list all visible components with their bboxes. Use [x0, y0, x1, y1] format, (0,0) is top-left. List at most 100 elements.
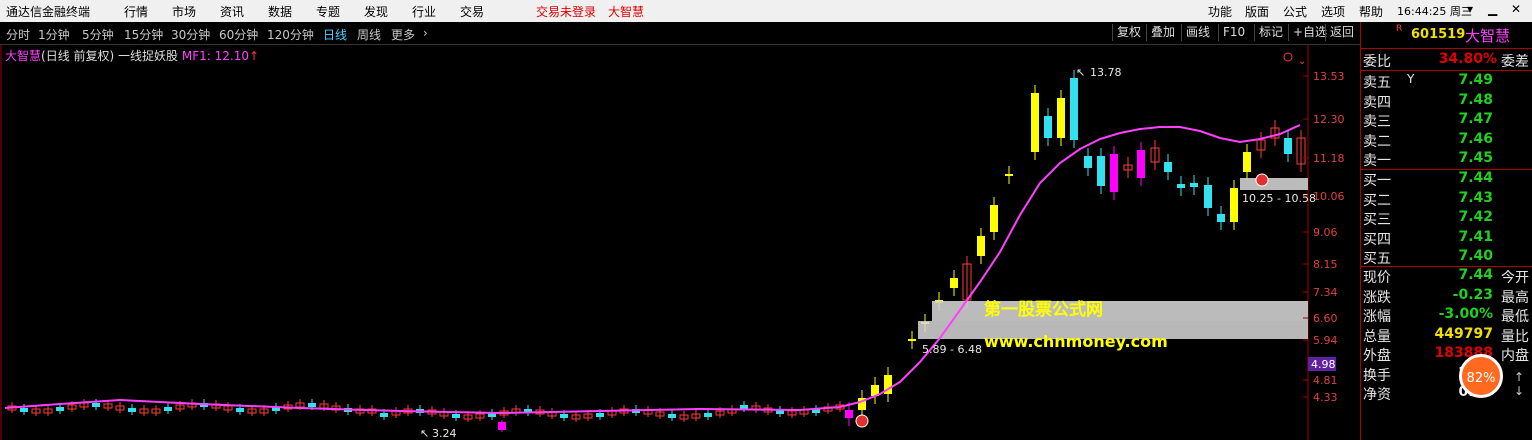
candle-body: [1230, 188, 1238, 222]
candle-body: [1110, 154, 1118, 192]
candle-body: [1084, 156, 1092, 168]
back-button[interactable]: 返回: [1325, 24, 1358, 41]
ask-row-value: 7.49: [1458, 72, 1493, 88]
current-price-text: 4.98: [1311, 358, 1336, 371]
period-15min[interactable]: 15分钟: [124, 26, 163, 43]
menu-item-discover[interactable]: 发现: [364, 3, 388, 20]
candle-body: [560, 414, 568, 418]
minimize-icon[interactable]: ▁: [1488, 2, 1497, 16]
stat-row-label: 换手: [1363, 367, 1391, 384]
menu-item-help[interactable]: 帮助: [1359, 3, 1383, 20]
candle-body: [498, 422, 506, 430]
candle-body: [1070, 78, 1078, 140]
stat-row-value: -0.23: [1452, 286, 1493, 303]
period-daily[interactable]: 日线: [323, 26, 347, 43]
candle-body: [908, 339, 916, 341]
menu-item-topics[interactable]: 专题: [316, 3, 340, 20]
menu-item-industry[interactable]: 行业: [412, 3, 436, 20]
stat-row-label: 涨跌: [1363, 289, 1391, 306]
candle-body: [1243, 152, 1251, 172]
wei-cha-label: 委差: [1501, 54, 1529, 70]
ask-row-value: 7.48: [1458, 91, 1493, 108]
candlestick-chart[interactable]: ⌄ ↖ 13.78 ↖ 3.24 5.89 - 6.48 10.25 - 10.…: [0, 45, 1360, 440]
period-more[interactable]: 更多: [391, 26, 415, 43]
bid-row: 买一 7.44: [1363, 170, 1531, 189]
period-120min[interactable]: 120分钟: [267, 26, 314, 43]
candle-body: [845, 410, 853, 418]
adjust-button[interactable]: 复权: [1112, 24, 1145, 41]
mark-button[interactable]: 标记: [1254, 24, 1287, 41]
menu-item-layout[interactable]: 版面: [1245, 3, 1269, 20]
wei-bi-row: 委比 34.80% 委差: [1363, 51, 1531, 70]
bid-row-value: 7.40: [1458, 248, 1493, 264]
bid-row: 买四 7.41: [1363, 229, 1531, 248]
menu-bar: 通达信金融终端 行情 市场 资讯 数据 专题 发现 行业 交易 交易未登录 大智…: [0, 0, 1532, 22]
period-intraday[interactable]: 分时: [6, 26, 30, 43]
candle-body: [1284, 138, 1292, 154]
stat-row: 外盘 183888 内盘: [1363, 345, 1531, 364]
login-status[interactable]: 交易未登录: [536, 3, 596, 20]
menu-item-formula[interactable]: 公式: [1283, 3, 1307, 20]
ask-row: 卖五 Y 7.49: [1363, 72, 1531, 91]
period-5min[interactable]: 5分钟: [82, 26, 114, 43]
speed-badge[interactable]: 82%: [1459, 354, 1503, 398]
product-name[interactable]: 大智慧: [608, 3, 644, 20]
period-30min[interactable]: 30分钟: [171, 26, 210, 43]
menu-item-options[interactable]: 选项: [1321, 3, 1345, 20]
overlay-button[interactable]: 叠加: [1146, 24, 1179, 41]
y-tick-label: 7.34: [1313, 286, 1338, 299]
candle-body: [1031, 93, 1039, 152]
alert-icon: [1283, 52, 1293, 62]
ask-row-label: 卖一: [1363, 153, 1391, 169]
menu-item-market[interactable]: 行情: [124, 3, 148, 20]
period-1min[interactable]: 1分钟: [38, 26, 70, 43]
y-tick-label: 12.30: [1313, 113, 1345, 126]
period-60min[interactable]: 60分钟: [219, 26, 258, 43]
watermark-cn: 第一股票公式网: [984, 299, 1103, 320]
clock: 16:44:25 周三: [1397, 3, 1472, 19]
y-tick-label: 13.53: [1313, 70, 1345, 83]
draw-line-button[interactable]: 画线: [1181, 24, 1214, 41]
period-bar: 分时 1分钟 5分钟 15分钟 30分钟 60分钟 120分钟 日线 周线 更多…: [0, 22, 1360, 45]
stat-row-value: 7.44: [1458, 267, 1493, 283]
chevron-right-icon[interactable]: ›: [423, 26, 428, 40]
menu-item-function[interactable]: 功能: [1208, 3, 1232, 20]
period-weekly[interactable]: 周线: [357, 26, 381, 43]
y-axis-ticks: 13.53 12.30 11.18 10.06 9.06 8.15 7.34 6.60 5.94…: [1303, 70, 1345, 404]
ask-row-value: 7.47: [1458, 111, 1493, 127]
bid-row-label: 买二: [1363, 192, 1391, 209]
ask-row: 卖一 7.45: [1363, 150, 1531, 169]
stat-row: 换手2.26: [1363, 365, 1531, 384]
candle-body: [668, 414, 676, 418]
quote-header: R 601519 大智慧: [1361, 22, 1532, 48]
stat-row-label: 现价: [1363, 270, 1391, 286]
menu-item-trade[interactable]: 交易: [460, 3, 484, 20]
candle-body: [380, 413, 388, 417]
wei-bi-value: 34.80%: [1438, 51, 1497, 67]
ask-row: 卖四 7.48: [1363, 92, 1531, 111]
candle-body: [1057, 98, 1065, 138]
stat-row-sub: 内盘: [1501, 348, 1529, 364]
menu-item-news[interactable]: 资讯: [220, 3, 244, 20]
low-label-arrow: ↖: [420, 427, 429, 440]
stat-row-sub: 今开: [1501, 270, 1529, 286]
close-icon[interactable]: ✕: [1511, 2, 1521, 16]
stat-row-label: 涨幅: [1363, 309, 1391, 325]
menu-dropdown-icon[interactable]: ▾: [1467, 2, 1473, 16]
bid-row: 买二 7.43: [1363, 190, 1531, 209]
y-tick-label: 5.94: [1313, 334, 1338, 347]
candle-body: [1005, 174, 1013, 176]
resistance-zone: [1240, 178, 1308, 190]
down-arrow-icon: ↓: [1514, 384, 1525, 398]
menu-item-data[interactable]: 数据: [268, 3, 292, 20]
ask-row-mark: Y: [1407, 72, 1415, 86]
ask-row-value: 7.45: [1458, 150, 1493, 166]
buy-marker-icon: [855, 414, 869, 428]
stat-row-value: 449797: [1434, 325, 1493, 342]
f10-button[interactable]: F10: [1218, 24, 1249, 41]
divider: [1360, 70, 1532, 71]
zone-low-label: 5.89 - 6.48: [922, 343, 982, 356]
menu-item-markets[interactable]: 市场: [172, 3, 196, 20]
divider: [1360, 48, 1532, 49]
bid-row-value: 7.41: [1458, 228, 1493, 245]
